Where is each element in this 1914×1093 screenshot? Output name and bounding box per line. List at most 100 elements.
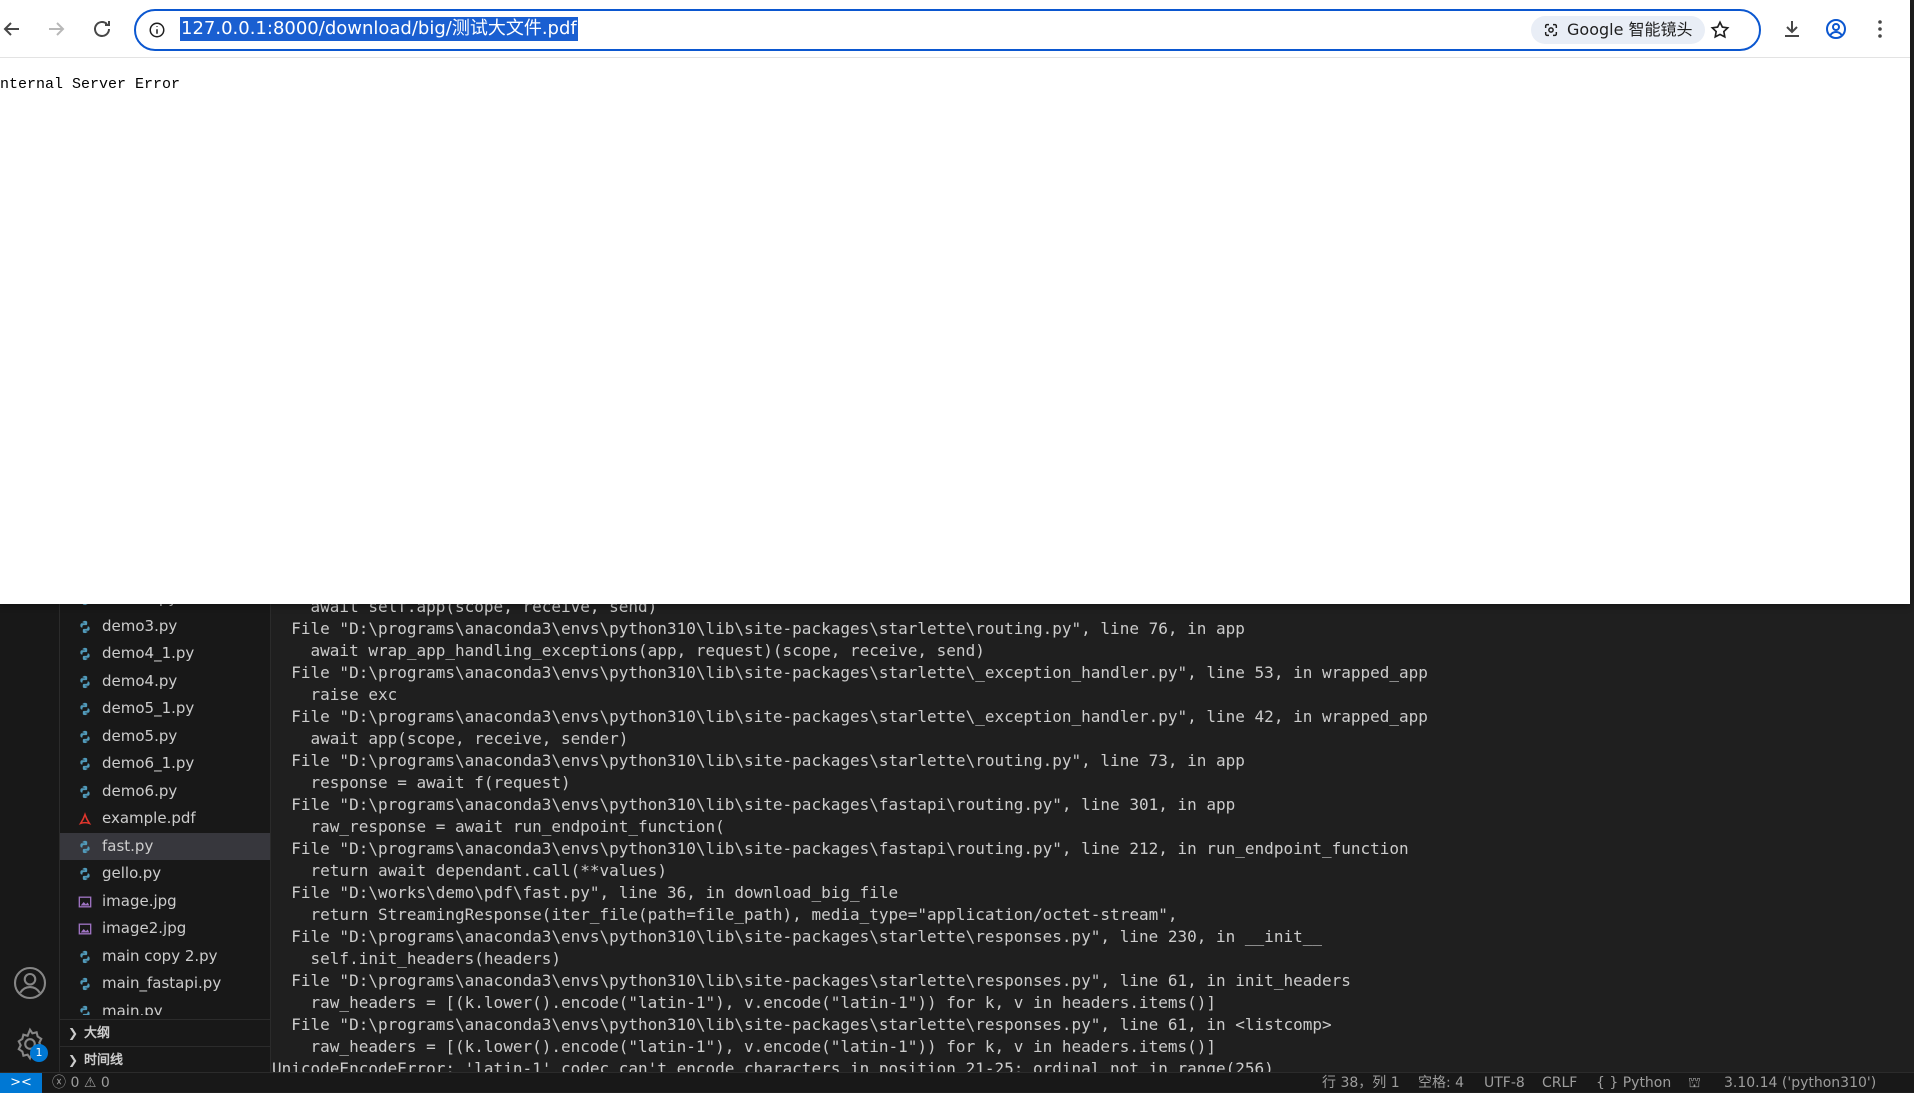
file-tree-item[interactable]: demo3.py — [60, 613, 270, 641]
star-icon[interactable] — [1709, 19, 1731, 41]
file-tree-item[interactable]: demo5_1.py — [60, 695, 270, 723]
file-tree-item[interactable]: main_fastapi.py — [60, 970, 270, 998]
python-file-icon — [80, 702, 90, 716]
pdf-file-icon — [78, 812, 92, 825]
file-tree-item[interactable]: demo6.py — [60, 778, 270, 806]
terminal-line: UnicodeEncodeError: 'latin-1' codec can'… — [272, 1059, 1274, 1072]
file-name: main_fastapi.py — [102, 974, 222, 992]
python-file-icon — [80, 977, 90, 991]
file-name: demo5_1.py — [102, 699, 195, 717]
file-name: example.pdf — [102, 809, 196, 827]
image-file-icon — [78, 896, 92, 907]
copilot-icon[interactable]: ⛫ — [1688, 1073, 1701, 1093]
file-tree-item[interactable]: main.py — [60, 998, 270, 1016]
terminal-line: response = await f(request) — [272, 773, 571, 792]
file-tree-item[interactable]: image.jpg — [60, 888, 270, 916]
reload-icon[interactable] — [90, 17, 114, 41]
file-name: gello.py — [102, 864, 162, 882]
file-tree-item[interactable]: demo4.py — [60, 668, 270, 696]
terminal-line: File "D:\programs\anaconda3\envs\python3… — [272, 663, 1428, 682]
profile-icon[interactable] — [1824, 17, 1848, 41]
file-name: demo6_1.py — [102, 754, 195, 772]
python-file-icon — [80, 867, 90, 881]
forward-arrow-icon[interactable] — [44, 17, 68, 41]
url-text[interactable]: 127.0.0.1:8000/download/big/测试大文件.pdf — [180, 17, 578, 41]
error-count: 0 — [70, 1075, 80, 1091]
python-interpreter[interactable]: 3.10.14 ('python310') — [1724, 1073, 1876, 1093]
python-file-icon — [80, 840, 90, 853]
back-arrow-icon[interactable] — [0, 17, 24, 41]
error-message: Internal Server Error — [0, 76, 181, 93]
python-file-icon — [80, 647, 90, 661]
file-tree-item[interactable]: demo4_1.py — [60, 640, 270, 668]
site-info-icon[interactable] — [148, 21, 166, 39]
google-lens-button[interactable]: Google 智能镜头 — [1531, 16, 1705, 44]
terminal-line: raw_response = await run_endpoint_functi… — [272, 817, 725, 836]
timeline-section-header[interactable]: ❯ 时间线 — [60, 1046, 270, 1072]
remote-button[interactable]: >< — [0, 1073, 42, 1093]
python-file-icon — [80, 730, 90, 743]
terminal-line: File "D:\programs\anaconda3\envs\python3… — [272, 707, 1428, 726]
error-icon: ⓧ — [52, 1075, 66, 1091]
chevron-right-icon: ❯ — [68, 1053, 79, 1067]
timeline-section-label: 时间线 — [84, 1053, 124, 1068]
python-file-icon — [80, 757, 90, 771]
file-tree-item[interactable]: gello.py — [60, 860, 270, 888]
kebab-menu-icon[interactable] — [1868, 17, 1892, 41]
language-mode[interactable]: { } Python — [1596, 1073, 1671, 1093]
file-name: image2.jpg — [102, 919, 187, 937]
image-file-icon — [78, 923, 92, 935]
problems-indicator[interactable]: ⓧ 0 ⚠ 0 — [52, 1073, 110, 1093]
file-tree: demo2.pydemo3.pydemo4_1.pydemo4.pydemo5_… — [60, 585, 270, 1016]
file-name: image.jpg — [102, 891, 177, 910]
terminal-line: File "D:\works\demo\pdf\fast.py", line 3… — [272, 883, 899, 902]
terminal-line: File "D:\programs\anaconda3\envs\python3… — [272, 795, 1236, 814]
file-name: demo6.py — [102, 781, 178, 800]
file-tree-item[interactable]: example.pdf — [60, 805, 270, 833]
terminal-output: await self.app(scope, receive, send) Fil… — [272, 596, 1428, 1072]
file-name: demo4_1.py — [102, 644, 195, 662]
terminal-line: await wrap_app_handling_exceptions(app, … — [272, 641, 985, 660]
terminal-line: File "D:\programs\anaconda3\envs\python3… — [272, 619, 1245, 638]
python-file-icon — [80, 785, 90, 798]
cursor-position[interactable]: 行 38，列 1 — [1322, 1073, 1400, 1093]
encoding[interactable]: UTF-8 — [1484, 1073, 1525, 1093]
download-icon[interactable] — [1780, 17, 1804, 41]
terminal-line: await app(scope, receive, sender) — [272, 729, 629, 748]
file-name: fast.py — [102, 836, 154, 855]
indentation[interactable]: 空格: 4 — [1418, 1073, 1464, 1093]
terminal-line: File "D:\programs\anaconda3\envs\python3… — [272, 1015, 1332, 1034]
file-tree-item[interactable]: main copy 2.py — [60, 943, 270, 971]
terminal-line: File "D:\programs\anaconda3\envs\python3… — [272, 927, 1322, 946]
lens-icon — [1544, 23, 1558, 37]
account-icon[interactable] — [12, 965, 48, 1001]
chevron-right-icon: ❯ — [68, 1026, 79, 1040]
warning-count: 0 — [100, 1075, 110, 1091]
terminal-line: return StreamingResponse(iter_file(path=… — [272, 905, 1178, 924]
python-file-icon — [80, 675, 90, 688]
lens-label: Google 智能镜头 — [1567, 20, 1693, 39]
terminal-line: return await dependant.call(**values) — [272, 861, 667, 880]
outline-section-label: 大纲 — [84, 1026, 111, 1041]
file-tree-item[interactable]: demo6_1.py — [60, 750, 270, 778]
file-name: main.py — [102, 1001, 163, 1016]
terminal-panel[interactable]: await self.app(scope, receive, send) Fil… — [272, 596, 1914, 1072]
terminal-line: raise exc — [272, 685, 398, 704]
python-file-icon — [80, 620, 90, 633]
file-tree-item[interactable]: image2.jpg — [60, 915, 270, 943]
terminal-line: raw_headers = [(k.lower().encode("latin-… — [272, 1037, 1217, 1056]
page-content: Internal Server Error — [0, 58, 1910, 604]
terminal-line: File "D:\programs\anaconda3\envs\python3… — [272, 839, 1409, 858]
notification-badge: 1 — [30, 1044, 48, 1062]
terminal-line: raw_headers = [(k.lower().encode("latin-… — [272, 993, 1217, 1012]
python-file-icon — [80, 1005, 90, 1015]
file-tree-item[interactable]: fast.py — [60, 832, 270, 860]
address-bar[interactable]: 127.0.0.1:8000/download/big/测试大文件.pdf Go… — [134, 9, 1761, 51]
warning-icon: ⚠ — [83, 1075, 97, 1091]
outline-section-header[interactable]: ❯ 大纲 — [60, 1019, 270, 1046]
file-tree-item[interactable]: demo5.py — [60, 723, 270, 751]
terminal-line: self.init_headers(headers) — [272, 949, 561, 968]
file-name: demo4.py — [102, 671, 178, 690]
line-ending[interactable]: CRLF — [1542, 1073, 1577, 1093]
file-name: demo5.py — [102, 726, 178, 745]
